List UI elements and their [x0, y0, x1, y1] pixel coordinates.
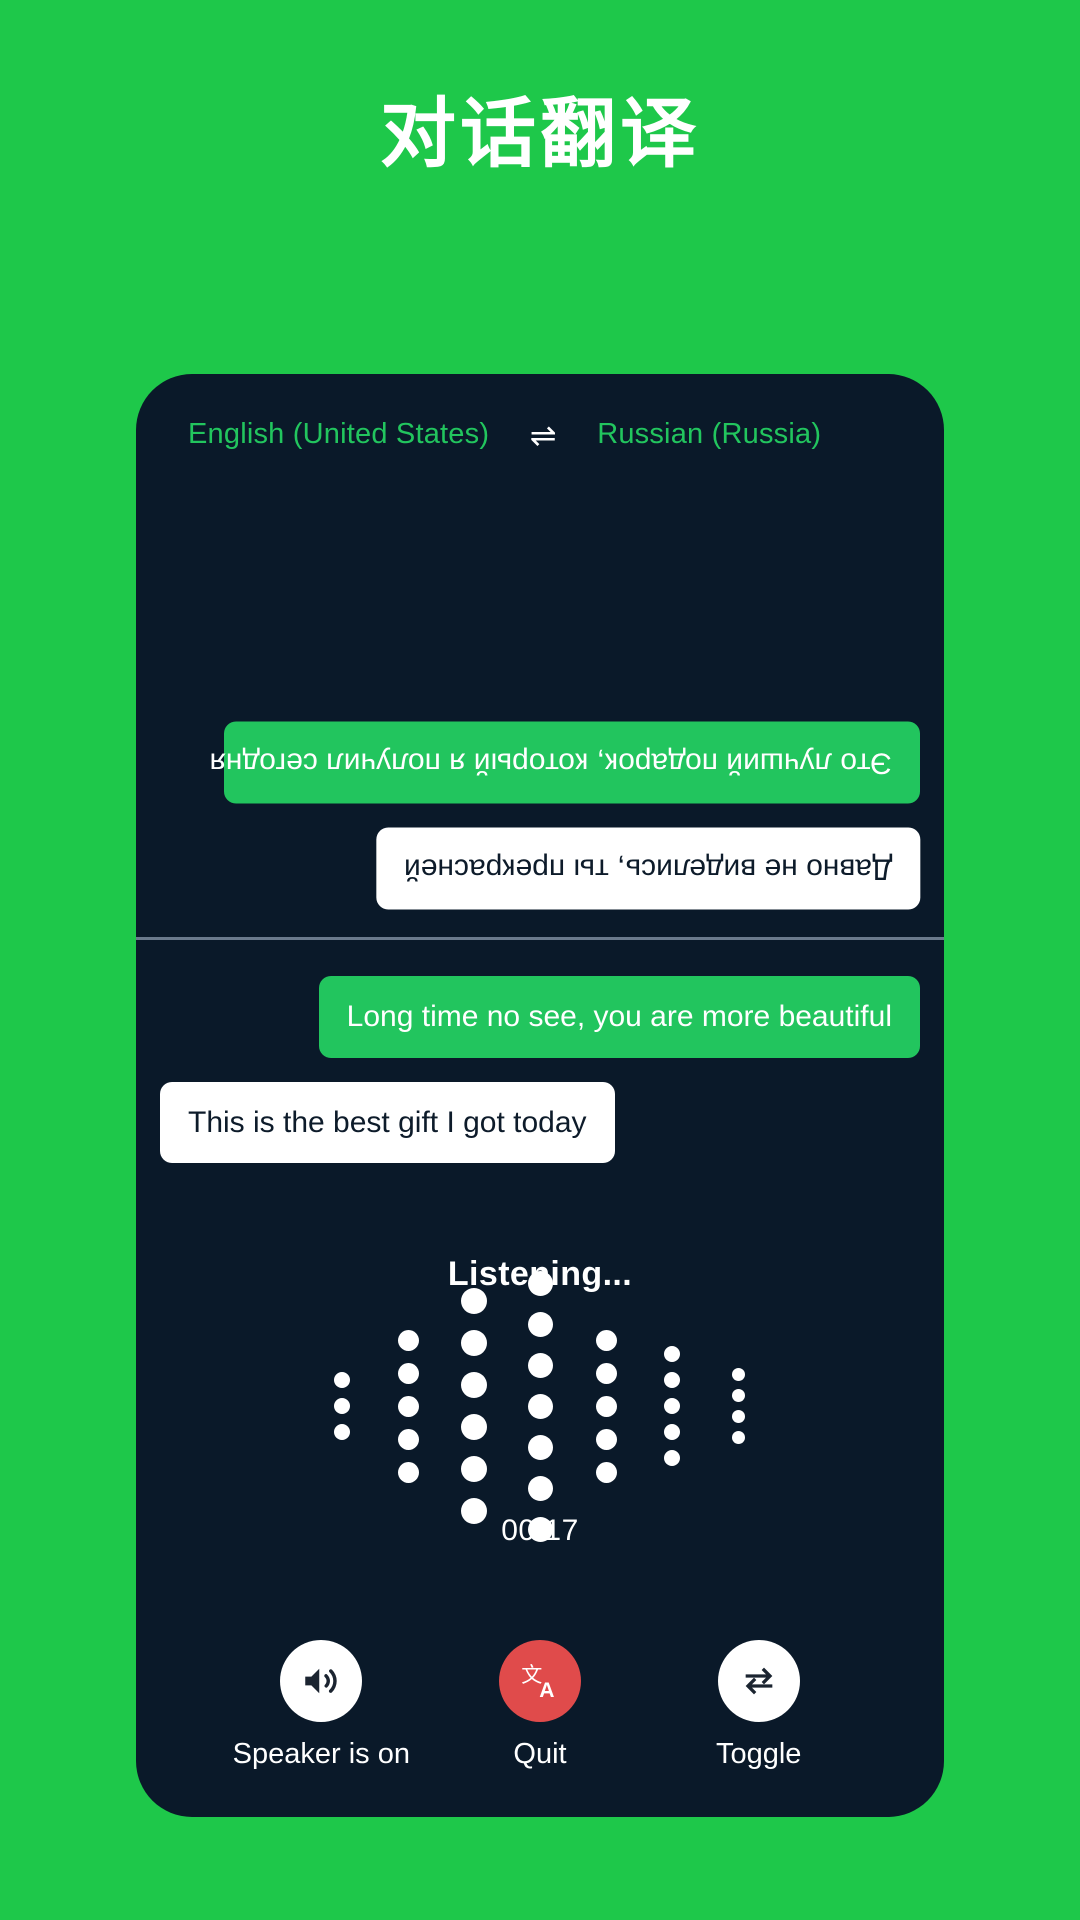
- swap-arrows-icon: [739, 1661, 779, 1701]
- speaker-button-circle[interactable]: [280, 1640, 363, 1722]
- visualizer-dot: [595, 1395, 617, 1417]
- visualizer-dot: [527, 1311, 553, 1337]
- svg-text:A: A: [539, 1679, 554, 1702]
- speaker-button-label: Speaker is on: [232, 1738, 410, 1770]
- visualizer-dot: [664, 1398, 680, 1414]
- visualizer-dot: [334, 1424, 350, 1440]
- visualizer-dot: [527, 1393, 553, 1419]
- visualizer-dot: [664, 1346, 680, 1362]
- visualizer-dot: [527, 1475, 553, 1501]
- visualizer-dot: [664, 1450, 680, 1466]
- control-bar: Speaker is on 文 A Quit Toggle: [136, 1614, 944, 1771]
- recording-timer: 00:17: [501, 1514, 579, 1547]
- message-bubble[interactable]: This is the best gift I got today: [160, 1081, 615, 1163]
- visualizer-column: [639, 1341, 705, 1471]
- message-bubble[interactable]: Long time no see, you are more beautiful: [318, 976, 920, 1058]
- message-row: Давно не виделись, ты прекрасней: [136, 827, 944, 909]
- visualizer-dot: [731, 1410, 745, 1423]
- message-row: Long time no see, you are more beautiful: [136, 976, 944, 1058]
- source-language-label[interactable]: English (United States): [188, 418, 489, 451]
- target-language-label[interactable]: Russian (Russia): [597, 418, 821, 451]
- quit-button-circle[interactable]: 文 A: [499, 1640, 581, 1722]
- visualizer-dot: [595, 1428, 617, 1450]
- remote-conversation-pane: Это лучший подарок, который я получил се…: [136, 451, 944, 937]
- toggle-button-label: Toggle: [715, 1738, 802, 1770]
- message-row: Это лучший подарок, который я получил се…: [136, 722, 944, 804]
- visualizer-dot: [461, 1414, 487, 1440]
- message-row: This is the best gift I got today: [136, 1081, 944, 1163]
- swap-horizontal-icon[interactable]: ⇌: [523, 419, 563, 451]
- page-title: 对话翻译: [380, 89, 700, 178]
- quit-button[interactable]: 文 A Quit: [431, 1640, 650, 1771]
- visualizer-dot: [731, 1389, 745, 1402]
- visualizer-column: [573, 1324, 639, 1489]
- visualizer-column: [309, 1367, 375, 1445]
- quit-button-label: Quit: [513, 1738, 567, 1770]
- visualizer-dot: [397, 1428, 419, 1450]
- visualizer-dot: [461, 1288, 487, 1314]
- message-bubble[interactable]: Это лучший подарок, который я получил се…: [210, 722, 920, 804]
- visualizer-dot: [334, 1372, 350, 1388]
- visualizer-dot: [527, 1352, 553, 1378]
- visualizer-dot: [595, 1362, 617, 1384]
- visualizer-dot: [461, 1330, 487, 1356]
- speaker-on-icon: [300, 1660, 342, 1702]
- visualizer-dot: [461, 1456, 487, 1482]
- visualizer-dot: [527, 1270, 553, 1296]
- visualizer-dot: [461, 1498, 487, 1524]
- visualizer-dot: [595, 1329, 617, 1351]
- visualizer-dot: [731, 1368, 745, 1381]
- message-bubble[interactable]: Давно не виделись, ты прекрасней: [375, 827, 920, 909]
- visualizer-dot: [461, 1372, 487, 1398]
- speaker-button[interactable]: Speaker is on: [212, 1640, 431, 1771]
- visualizer-dot: [731, 1431, 745, 1444]
- visualizer-dot: [664, 1424, 680, 1440]
- audio-visualizer: [309, 1270, 771, 1542]
- toggle-button-circle[interactable]: [717, 1640, 800, 1722]
- visualizer-dot: [334, 1398, 350, 1414]
- listening-section: Listening... 00:17: [136, 1175, 944, 1614]
- visualizer-dot: [397, 1329, 419, 1351]
- visualizer-column: [507, 1263, 573, 1550]
- translate-icon: 文 A: [517, 1658, 563, 1704]
- visualizer-dot: [397, 1362, 419, 1384]
- toggle-button[interactable]: Toggle: [649, 1640, 868, 1771]
- visualizer-column: [441, 1280, 507, 1532]
- visualizer-dot: [397, 1461, 419, 1483]
- visualizer-dot: [397, 1395, 419, 1417]
- visualizer-dot: [527, 1434, 553, 1460]
- phone-frame: English (United States) ⇌ Russian (Russi…: [136, 374, 944, 1817]
- language-bar: English (United States) ⇌ Russian (Russi…: [136, 374, 944, 451]
- visualizer-column: [705, 1364, 771, 1448]
- visualizer-dot: [664, 1372, 680, 1388]
- app-screen: 对话翻译 English (United States) ⇌ Russian (…: [0, 0, 1080, 1920]
- visualizer-dot: [595, 1461, 617, 1483]
- visualizer-column: [375, 1324, 441, 1489]
- local-conversation-pane: Long time no see, you are more beautiful…: [136, 940, 944, 1175]
